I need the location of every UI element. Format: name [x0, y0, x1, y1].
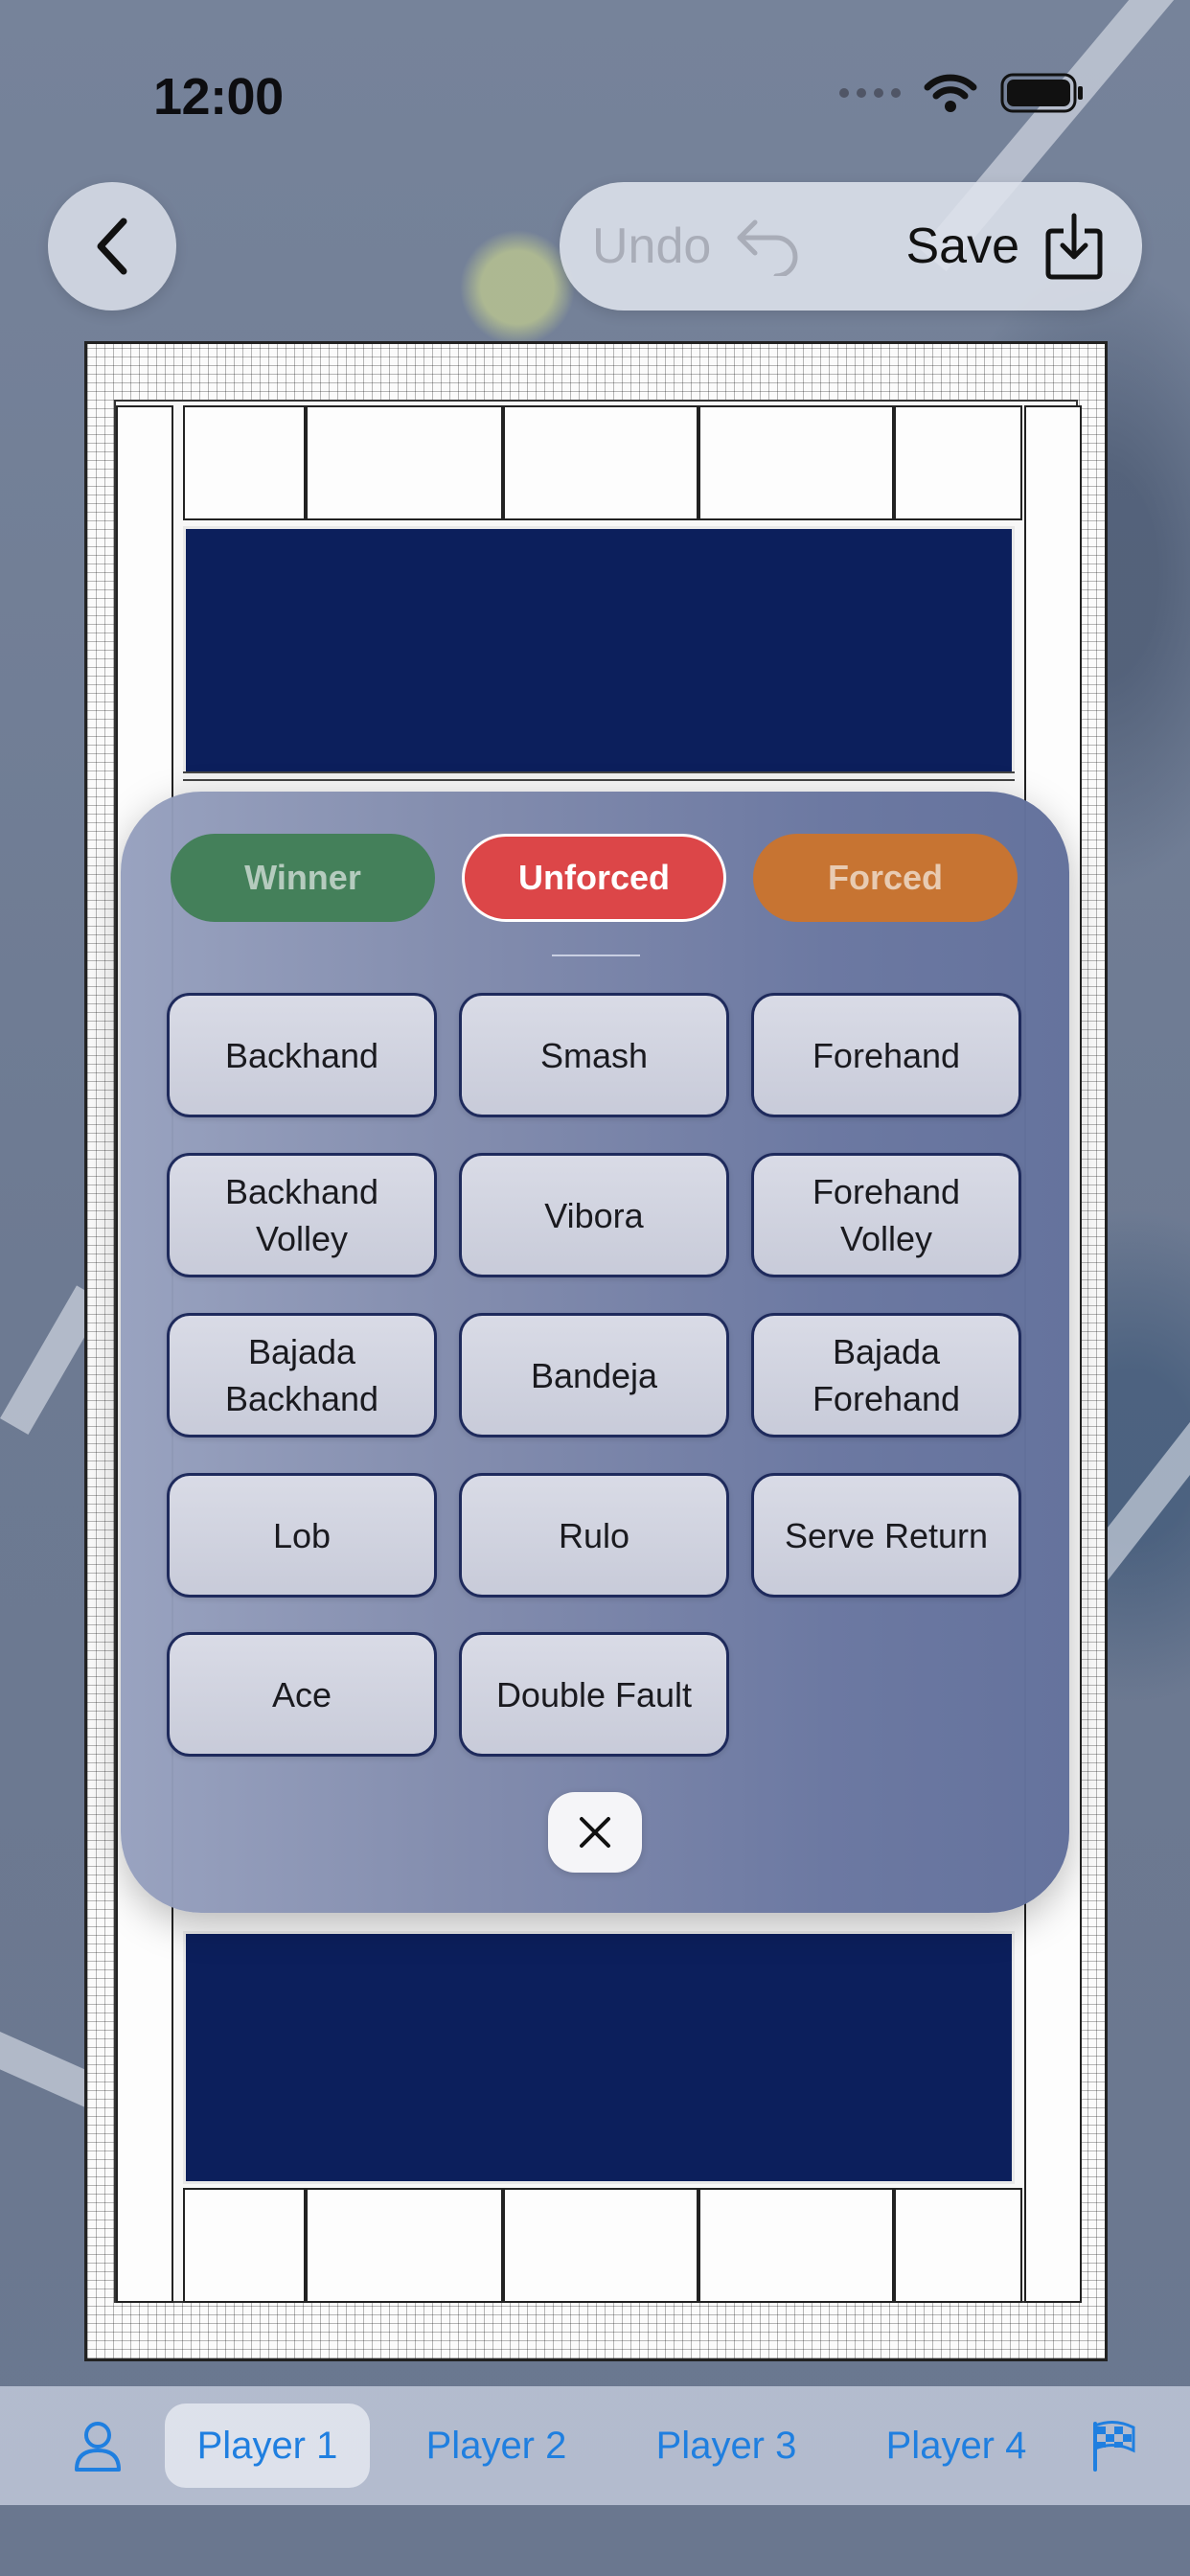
- shot-backhand-volley-button[interactable]: Backhand Volley: [167, 1153, 437, 1277]
- glass-panel: [501, 405, 505, 520]
- court-service-line: [183, 771, 1015, 781]
- shot-forehand-volley-button[interactable]: Forehand Volley: [751, 1153, 1021, 1277]
- save-label: Save: [905, 218, 1019, 274]
- wifi-icon: [924, 74, 977, 112]
- undo-label: Undo: [592, 218, 712, 274]
- back-button[interactable]: [48, 182, 176, 310]
- person-tab[interactable]: [67, 2404, 128, 2488]
- shot-smash-button[interactable]: Smash: [459, 993, 729, 1117]
- undo-arrow-icon: [737, 219, 798, 276]
- undo-button[interactable]: Undo: [592, 182, 801, 310]
- shot-vibora-button[interactable]: Vibora: [459, 1153, 729, 1277]
- download-tray-icon: [1045, 213, 1103, 280]
- shot-backhand-button[interactable]: Backhand: [167, 993, 437, 1117]
- glass-panel: [183, 2188, 1022, 2303]
- tab-player-2[interactable]: Player 2: [400, 2404, 592, 2488]
- close-icon: [580, 1817, 610, 1848]
- close-menu-button[interactable]: [548, 1792, 642, 1873]
- battery-icon: [1000, 73, 1083, 113]
- court-floor-bottom: [183, 1931, 1015, 2184]
- shot-bandeja-button[interactable]: Bandeja: [459, 1313, 729, 1438]
- tab-player-3[interactable]: Player 3: [630, 2404, 822, 2488]
- player-tab-bar: Player 1 Player 2 Player 3 Player 4: [0, 2386, 1190, 2505]
- glass-panel: [183, 405, 1022, 520]
- category-winner[interactable]: Winner: [171, 834, 435, 922]
- shot-bajada-backhand-button[interactable]: Bajada Backhand: [167, 1313, 437, 1438]
- shot-type-menu: Winner Unforced Forced Backhand Smash Fo…: [121, 792, 1069, 1913]
- tab-player-4[interactable]: Player 4: [860, 2404, 1052, 2488]
- category-forced[interactable]: Forced: [753, 834, 1018, 922]
- shot-bajada-forehand-button[interactable]: Bajada Forehand: [751, 1313, 1021, 1438]
- checkered-flag-icon: [1093, 2421, 1135, 2472]
- glass-panel: [697, 2188, 700, 2303]
- shot-rulo-button[interactable]: Rulo: [459, 1473, 729, 1598]
- finish-match-button[interactable]: [1083, 2404, 1144, 2488]
- glass-panel: [697, 405, 700, 520]
- glass-panel: [304, 405, 308, 520]
- category-unforced[interactable]: Unforced: [462, 834, 726, 922]
- glass-panel: [892, 405, 896, 520]
- court-floor-top: [183, 526, 1015, 777]
- save-button[interactable]: Save: [905, 182, 1104, 310]
- glass-panel: [501, 2188, 505, 2303]
- chevron-left-icon: [97, 218, 127, 275]
- cellular-signal-icon: [839, 88, 901, 98]
- status-time: 12:00: [153, 68, 284, 126]
- shot-serve-return-button[interactable]: Serve Return: [751, 1473, 1021, 1598]
- tab-player-1[interactable]: Player 1: [165, 2404, 370, 2488]
- person-icon: [75, 2422, 121, 2472]
- undo-save-pill: Undo Save: [560, 182, 1142, 310]
- glass-panel: [892, 2188, 896, 2303]
- shot-lob-button[interactable]: Lob: [167, 1473, 437, 1598]
- shot-ace-button[interactable]: Ace: [167, 1632, 437, 1757]
- menu-divider: [552, 954, 640, 956]
- glass-panel: [304, 2188, 308, 2303]
- status-indicators: [839, 73, 1085, 113]
- shot-forehand-button[interactable]: Forehand: [751, 993, 1021, 1117]
- shot-double-fault-button[interactable]: Double Fault: [459, 1632, 729, 1757]
